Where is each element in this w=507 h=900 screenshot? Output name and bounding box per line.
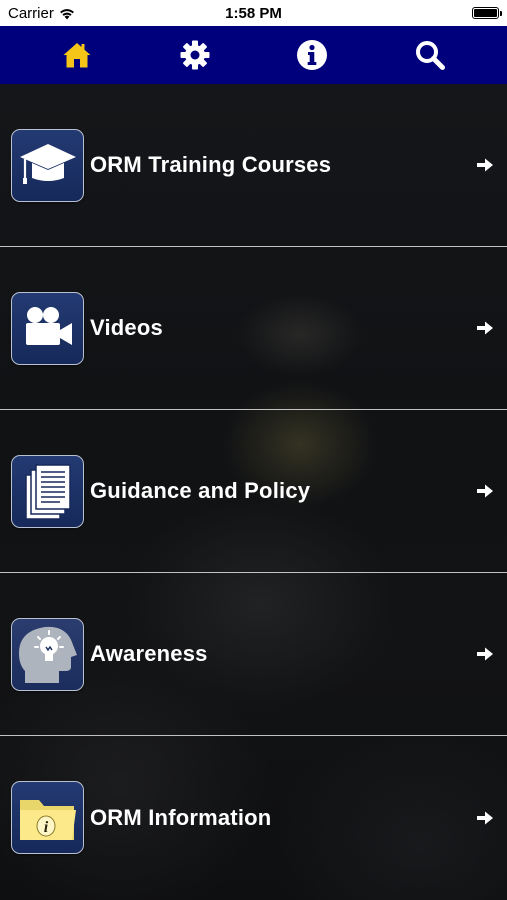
home-icon [63, 43, 91, 68]
main-menu: ORM Training Courses Videos Guidance and… [0, 84, 507, 899]
menu-item-orm-information[interactable]: i ORM Information [0, 736, 507, 899]
search-button[interactable] [400, 30, 460, 80]
info-icon [297, 40, 328, 70]
info-folder-icon: i [11, 781, 84, 854]
right-arrow-icon [475, 155, 495, 175]
video-camera-icon [11, 291, 84, 365]
graduation-cap-icon [11, 128, 84, 202]
home-button[interactable] [47, 30, 107, 80]
head-lightbulb-icon [11, 617, 84, 691]
status-bar: Carrier 1:58 PM [0, 0, 507, 26]
menu-label: Videos [90, 315, 163, 340]
menu-label: Awareness [90, 641, 208, 666]
top-navbar [0, 26, 507, 84]
menu-label: Guidance and Policy [90, 478, 311, 503]
settings-button[interactable] [165, 30, 225, 80]
status-time: 1:58 PM [225, 5, 282, 22]
menu-label: ORM Information [90, 804, 272, 830]
right-arrow-icon [475, 481, 495, 501]
menu-item-guidance-and-policy[interactable]: Guidance and Policy [0, 410, 507, 573]
right-arrow-icon [475, 318, 495, 338]
right-arrow-icon [475, 808, 495, 828]
menu-item-orm-training-courses[interactable]: ORM Training Courses [0, 84, 507, 247]
menu-label: ORM Training Courses [90, 152, 332, 177]
svg-text:i: i [43, 819, 48, 836]
info-button[interactable] [282, 30, 342, 80]
right-arrow-icon [475, 644, 495, 664]
battery-icon [472, 7, 502, 19]
search-icon [416, 41, 446, 70]
menu-item-videos[interactable]: Videos [0, 247, 507, 410]
documents-icon [11, 454, 84, 528]
menu-item-awareness[interactable]: Awareness [0, 573, 507, 736]
gear-icon [180, 40, 210, 70]
